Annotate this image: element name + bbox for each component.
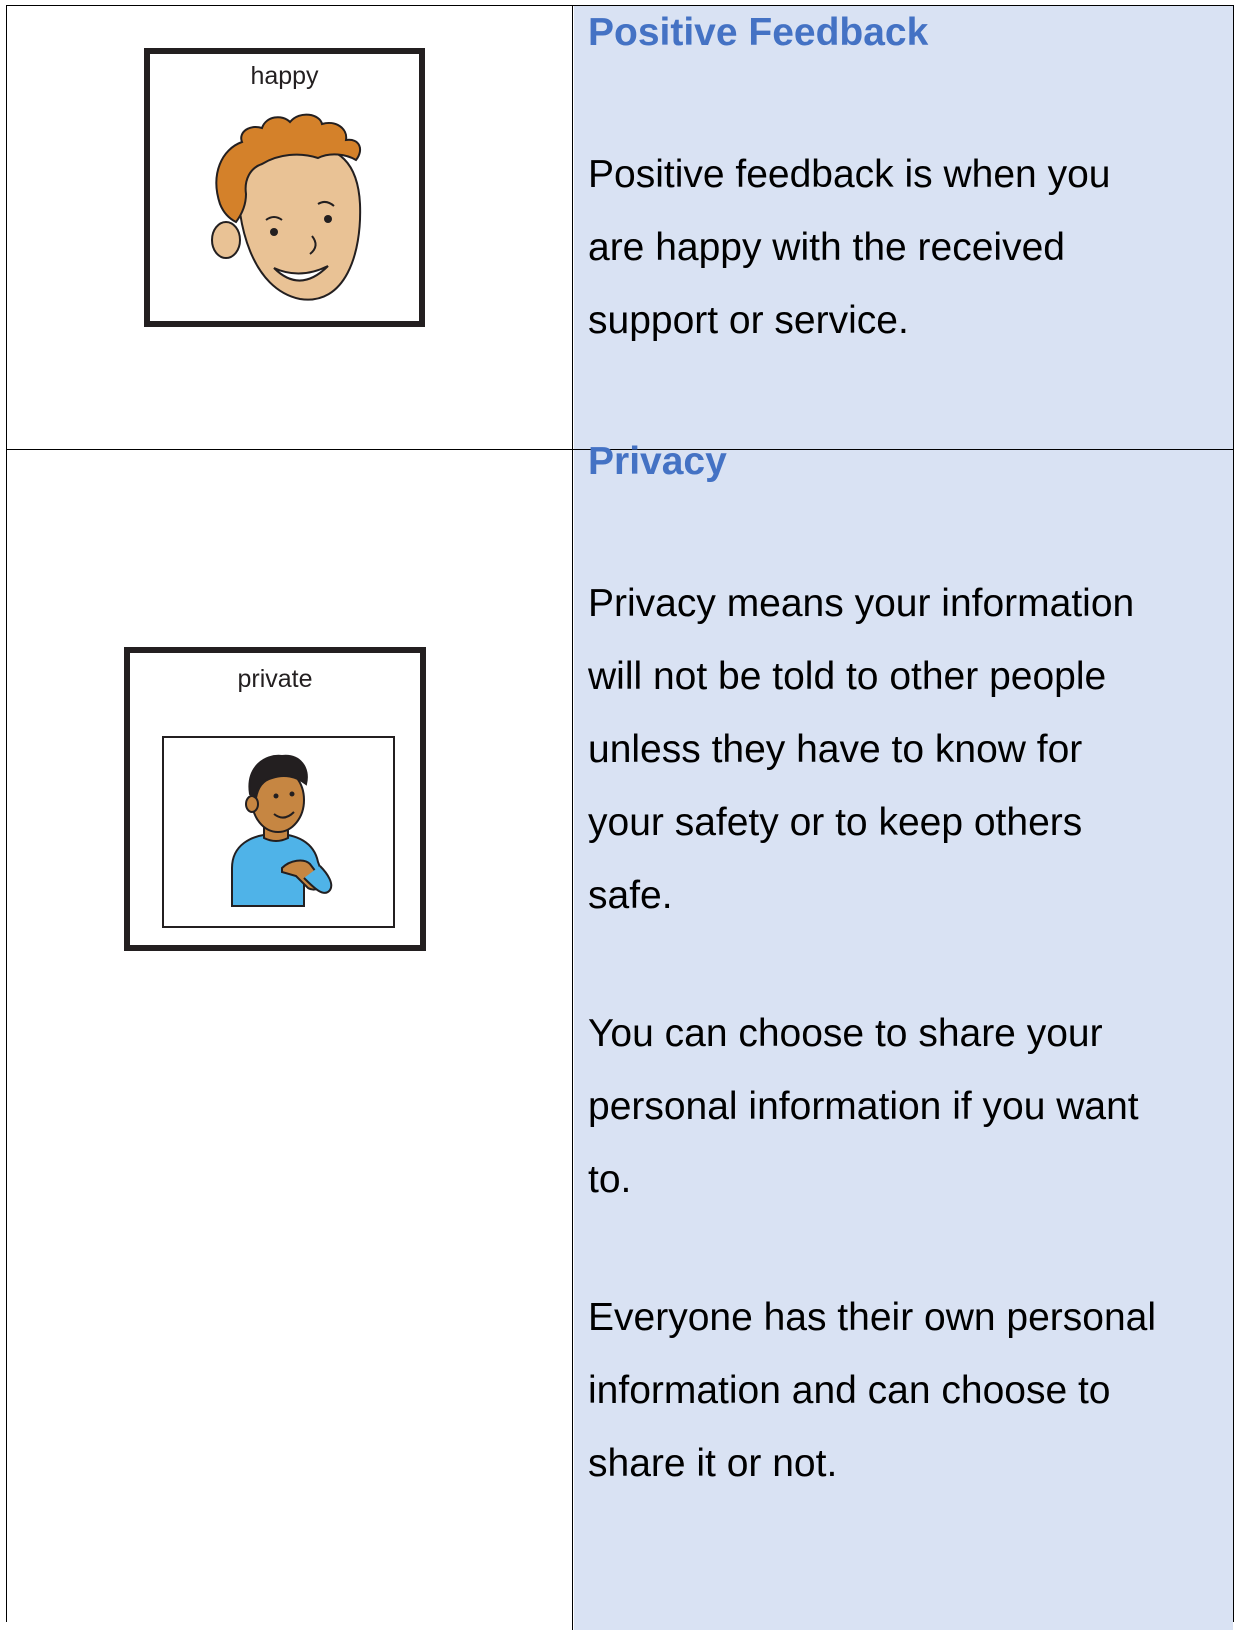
heading-privacy: Privacy [588, 440, 727, 483]
definition-line: safe. [588, 874, 673, 917]
heading-positive-feedback: Positive Feedback [588, 11, 929, 54]
definition-table: happy Positive Feedback Positive feedbac… [6, 5, 1234, 1630]
definition-line: to. [588, 1158, 632, 1201]
private-person-icon [231, 754, 333, 907]
definition-line: Positive feedback is when you [588, 153, 1111, 196]
symbol-card: happy [144, 48, 425, 327]
definition-line: are happy with the received [588, 226, 1065, 269]
symbol-inner-frame [162, 736, 395, 928]
definition-cell: Positive Feedback Positive feedback is w… [574, 6, 1233, 449]
table-row: private Privacy Privacy means your infor… [7, 440, 1233, 1630]
symbol-card: private [124, 647, 426, 951]
definition-line: unless they have to know for [588, 728, 1083, 771]
symbol-cell: happy [7, 6, 573, 449]
table-row: happy Positive Feedback Positive feedbac… [7, 6, 1233, 450]
symbol-cell: private [7, 450, 573, 1630]
happy-face-icon [211, 113, 362, 301]
definition-line: will not be told to other people [588, 655, 1107, 698]
definition-line: support or service. [588, 299, 909, 342]
definition-line: personal information if you want [588, 1085, 1139, 1128]
definition-line: information and can choose to [588, 1369, 1111, 1412]
definition-line: your safety or to keep others [588, 801, 1083, 844]
definition-cell: Privacy Privacy means your information w… [574, 440, 1233, 1630]
definition-line: share it or not. [588, 1442, 838, 1485]
symbol-label: private [237, 665, 313, 693]
definition-line: You can choose to share your [588, 1012, 1103, 1055]
definition-line: Privacy means your information [588, 582, 1135, 625]
definition-line: Everyone has their own personal [588, 1296, 1156, 1339]
